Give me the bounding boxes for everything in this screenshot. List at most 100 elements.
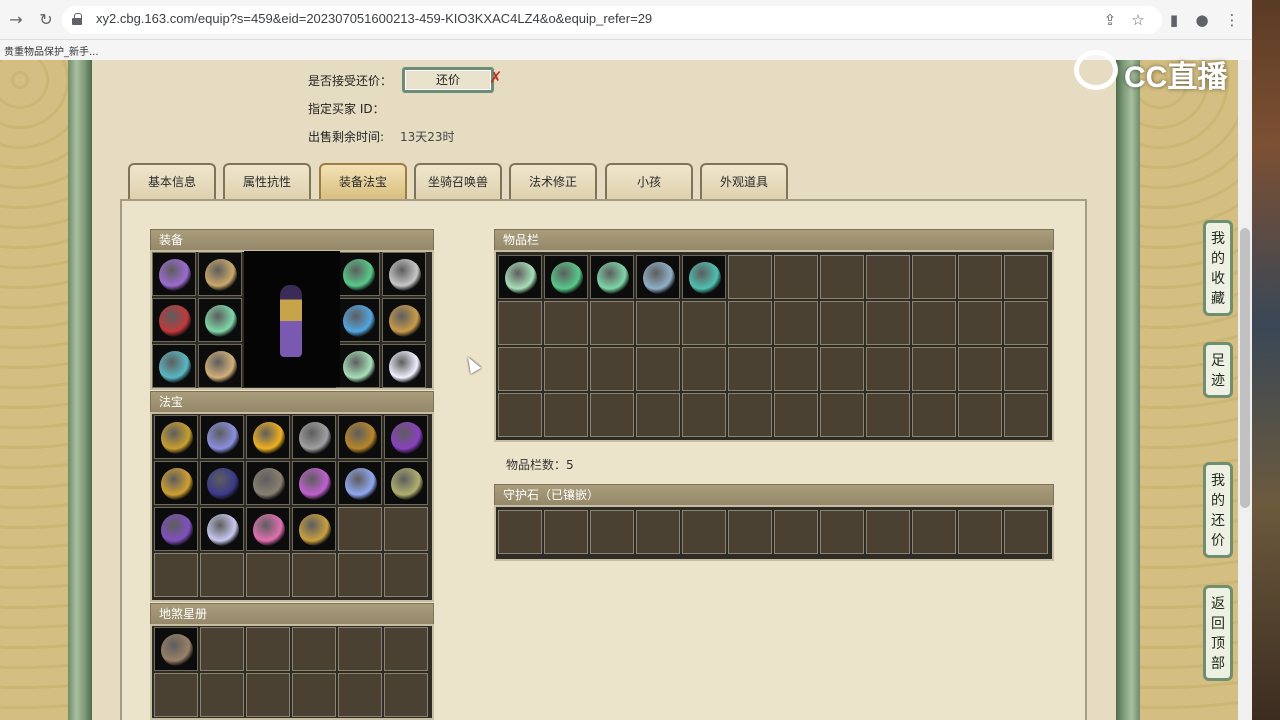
side-button-2[interactable]: 我的还价: [1203, 462, 1233, 558]
scrollbar-thumb[interactable]: [1240, 228, 1250, 508]
fabao-slot[interactable]: [200, 507, 244, 551]
inventory-slot[interactable]: [544, 347, 588, 391]
inventory-slot[interactable]: [544, 255, 588, 299]
share-icon[interactable]: ⇪: [1100, 10, 1120, 30]
inventory-slot[interactable]: [590, 393, 634, 437]
inventory-slot[interactable]: [682, 301, 726, 345]
counter-offer-button[interactable]: 还价: [402, 67, 494, 93]
equipment-slot[interactable]: [198, 252, 242, 296]
profile-icon[interactable]: ●: [1192, 10, 1212, 30]
inventory-slot[interactable]: [958, 255, 1002, 299]
disha-slot[interactable]: [200, 627, 244, 671]
menu-icon[interactable]: ⋮: [1222, 10, 1242, 30]
inventory-slot[interactable]: [774, 393, 818, 437]
inventory-slot[interactable]: [636, 347, 680, 391]
inventory-slot[interactable]: [590, 255, 634, 299]
inventory-slot[interactable]: [1004, 301, 1048, 345]
guard-stone-slot[interactable]: [544, 510, 588, 554]
inventory-slot[interactable]: [590, 347, 634, 391]
fabao-slot[interactable]: [200, 415, 244, 459]
tab-4[interactable]: 法术修正: [509, 163, 597, 201]
fabao-slot[interactable]: [338, 553, 382, 597]
guard-stone-slot[interactable]: [728, 510, 772, 554]
inventory-slot[interactable]: [498, 301, 542, 345]
fabao-slot[interactable]: [246, 553, 290, 597]
disha-slot[interactable]: [338, 673, 382, 717]
address-bar[interactable]: xy2.cbg.163.com/equip?s=459&eid=20230705…: [62, 6, 1162, 34]
disha-slot[interactable]: [292, 627, 336, 671]
inventory-slot[interactable]: [912, 393, 956, 437]
guard-stone-slot[interactable]: [912, 510, 956, 554]
sidepanel-icon[interactable]: ▮: [1164, 10, 1184, 30]
fabao-slot[interactable]: [292, 415, 336, 459]
tab-1[interactable]: 属性抗性: [223, 163, 311, 201]
disha-slot[interactable]: [246, 627, 290, 671]
inventory-slot[interactable]: [728, 347, 772, 391]
inventory-slot[interactable]: [590, 301, 634, 345]
guard-stone-slot[interactable]: [682, 510, 726, 554]
fabao-slot[interactable]: [384, 415, 428, 459]
inventory-slot[interactable]: [728, 393, 772, 437]
fabao-slot[interactable]: [200, 461, 244, 505]
fabao-slot[interactable]: [384, 553, 428, 597]
disha-slot[interactable]: [384, 673, 428, 717]
inventory-slot[interactable]: [636, 393, 680, 437]
inventory-slot[interactable]: [820, 393, 864, 437]
guard-stone-slot[interactable]: [636, 510, 680, 554]
fabao-slot[interactable]: [292, 553, 336, 597]
inventory-slot[interactable]: [866, 393, 910, 437]
tab-0[interactable]: 基本信息: [128, 163, 216, 201]
inventory-slot[interactable]: [912, 347, 956, 391]
inventory-slot[interactable]: [866, 347, 910, 391]
inventory-slot[interactable]: [1004, 393, 1048, 437]
fabao-slot[interactable]: [292, 461, 336, 505]
guard-stone-slot[interactable]: [1004, 510, 1048, 554]
disha-slot[interactable]: [154, 627, 198, 671]
disha-slot[interactable]: [246, 673, 290, 717]
fabao-slot[interactable]: [154, 415, 198, 459]
inventory-slot[interactable]: [958, 347, 1002, 391]
fabao-slot[interactable]: [292, 507, 336, 551]
guard-stone-slot[interactable]: [498, 510, 542, 554]
inventory-slot[interactable]: [544, 393, 588, 437]
tab-3[interactable]: 坐骑召唤兽: [414, 163, 502, 201]
inventory-slot[interactable]: [774, 347, 818, 391]
inventory-slot[interactable]: [820, 255, 864, 299]
inventory-slot[interactable]: [682, 255, 726, 299]
inventory-slot[interactable]: [958, 301, 1002, 345]
inventory-slot[interactable]: [866, 255, 910, 299]
equipment-slot[interactable]: [152, 298, 196, 342]
side-button-0[interactable]: 我的收藏: [1203, 220, 1233, 316]
reload-icon[interactable]: ↻: [36, 10, 56, 30]
inventory-slot[interactable]: [682, 393, 726, 437]
side-button-3[interactable]: 返回顶部: [1203, 585, 1233, 681]
equipment-slot[interactable]: [382, 298, 426, 342]
equipment-slot[interactable]: [336, 298, 380, 342]
inventory-slot[interactable]: [1004, 255, 1048, 299]
inventory-slot[interactable]: [728, 255, 772, 299]
tab-5[interactable]: 小孩: [605, 163, 693, 201]
fabao-slot[interactable]: [246, 415, 290, 459]
inventory-slot[interactable]: [728, 301, 772, 345]
fabao-slot[interactable]: [338, 507, 382, 551]
bookmark-item[interactable]: 贵重物品保护_新手...: [4, 43, 99, 58]
guard-stone-slot[interactable]: [774, 510, 818, 554]
inventory-slot[interactable]: [1004, 347, 1048, 391]
guard-stone-slot[interactable]: [590, 510, 634, 554]
inventory-slot[interactable]: [912, 255, 956, 299]
inventory-slot[interactable]: [498, 347, 542, 391]
equipment-slot[interactable]: [382, 252, 426, 296]
disha-slot[interactable]: [200, 673, 244, 717]
inventory-slot[interactable]: [636, 255, 680, 299]
side-button-1[interactable]: 足迹: [1203, 342, 1233, 398]
star-icon[interactable]: ☆: [1128, 10, 1148, 30]
fabao-slot[interactable]: [154, 553, 198, 597]
inventory-slot[interactable]: [774, 301, 818, 345]
equipment-slot[interactable]: [198, 344, 242, 388]
inventory-slot[interactable]: [636, 301, 680, 345]
inventory-slot[interactable]: [912, 301, 956, 345]
fabao-slot[interactable]: [200, 553, 244, 597]
tab-6[interactable]: 外观道具: [700, 163, 788, 201]
equipment-slot[interactable]: [152, 344, 196, 388]
inventory-slot[interactable]: [774, 255, 818, 299]
